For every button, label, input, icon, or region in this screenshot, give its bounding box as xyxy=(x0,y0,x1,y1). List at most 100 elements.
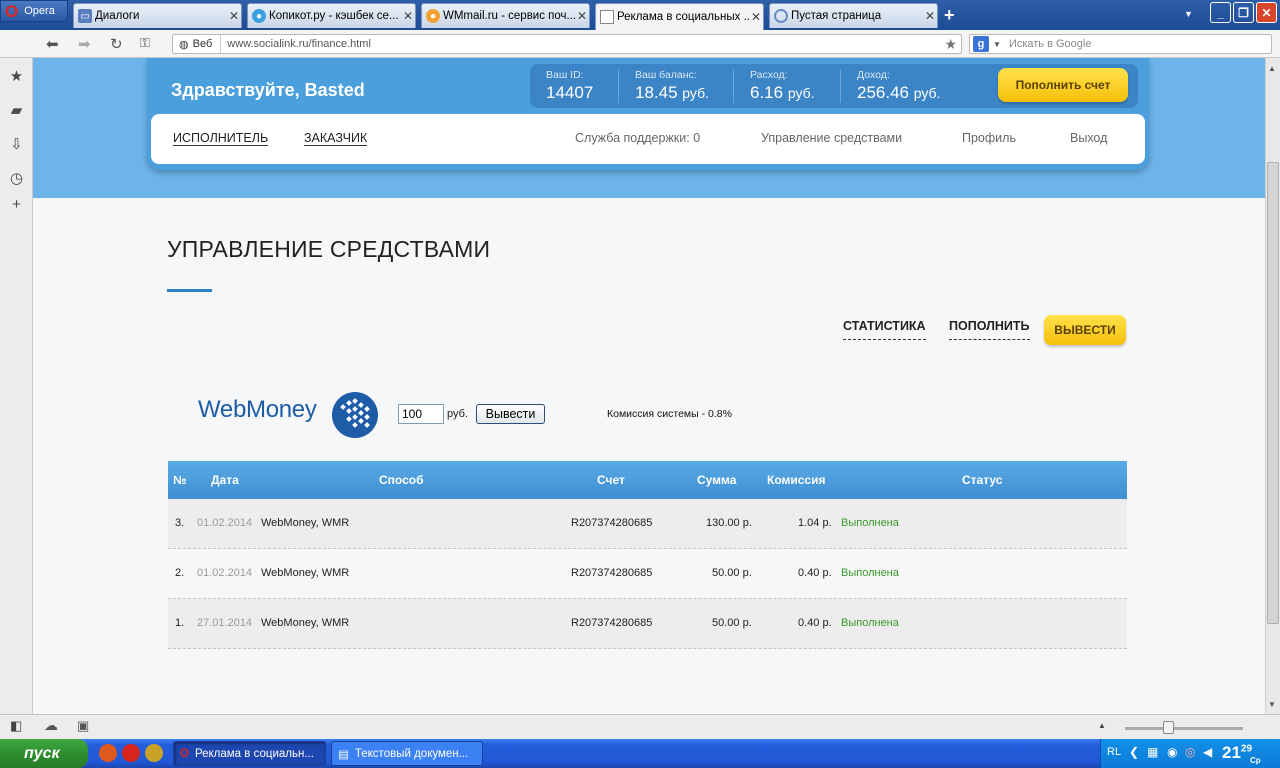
key-icon[interactable]: ⚿ xyxy=(140,35,150,51)
bookmark-star-icon[interactable]: ★ xyxy=(944,36,957,53)
cell-sum: 130.00 р. xyxy=(706,517,752,529)
subnav-topup[interactable]: ПОПОЛНИТЬ xyxy=(949,319,1030,340)
wow-icon[interactable] xyxy=(145,744,163,762)
cell-account: R207374280685 xyxy=(571,617,653,629)
chat-icon: ▭ xyxy=(78,9,92,23)
back-button[interactable]: ⬅ xyxy=(46,35,59,53)
close-icon[interactable]: ✕ xyxy=(401,9,415,23)
stat-unit: руб. xyxy=(682,85,709,101)
bookmarks-star-icon[interactable]: ★ xyxy=(8,67,25,85)
tab-list-chevron-icon[interactable]: ▼ xyxy=(1184,9,1193,19)
cell-date: 01.02.2014 xyxy=(197,567,253,579)
tab-label: Пустая страница xyxy=(791,10,882,22)
cell-date: 27.01.2014 xyxy=(197,617,253,629)
topup-account-button[interactable]: Пополнить счет xyxy=(998,68,1128,102)
globe-icon: ◍ xyxy=(179,38,189,51)
page-scrollbar[interactable]: ▲ ▼ xyxy=(1265,58,1280,714)
cell-account: R207374280685 xyxy=(571,567,653,579)
stat-value: 6.16 xyxy=(750,83,784,102)
cell-fee: 0.40 р. xyxy=(798,567,832,579)
notes-icon[interactable]: ▰ xyxy=(8,101,25,119)
add-panel-icon[interactable]: + xyxy=(8,196,25,213)
nav-funds[interactable]: Управление средствами xyxy=(761,131,902,145)
view-chevron-icon[interactable]: ▲ xyxy=(1098,721,1106,730)
cell-method: WebMoney, WMR xyxy=(261,517,350,529)
close-window-button[interactable]: ✕ xyxy=(1256,2,1277,23)
greeting-text: Здравствуйте, Basted xyxy=(171,80,365,100)
chevron-down-icon[interactable]: ▼ xyxy=(993,40,1001,49)
reload-button[interactable]: ↻ xyxy=(110,35,123,53)
browser-status-bar: ◧ ☁ ▣ ▲ xyxy=(0,714,1280,739)
table-row: 1. 27.01.2014 WebMoney, WMR R20737428068… xyxy=(168,599,1127,649)
opera-menu-label: Opera xyxy=(24,5,55,17)
zoom-slider-knob[interactable] xyxy=(1163,721,1174,734)
nav-customer[interactable]: ЗАКАЗЧИК xyxy=(304,131,368,146)
stat-label: Ваш ID: xyxy=(546,69,584,81)
opera-menu-button[interactable]: O Opera xyxy=(0,0,68,22)
forward-button[interactable]: ➡ xyxy=(78,35,91,53)
withdraw-submit-button[interactable]: Вывести xyxy=(476,404,545,424)
tab-dialogs[interactable]: ▭ Диалоги ✕ xyxy=(73,3,242,28)
withdraw-amount-input[interactable] xyxy=(398,404,444,424)
close-icon[interactable]: ✕ xyxy=(575,9,589,23)
tab-kopikot[interactable]: ● Копикот.ру - кэшбек се... ✕ xyxy=(247,3,416,28)
cell-method: WebMoney, WMR xyxy=(261,617,350,629)
security-icon[interactable]: ◉ xyxy=(1167,745,1177,759)
subnav-withdraw[interactable]: ВЫВЕСТИ xyxy=(1044,315,1126,345)
search-input[interactable]: g ▼ Искать в Google xyxy=(969,34,1272,54)
downloads-icon[interactable]: ⇩ xyxy=(8,135,25,153)
close-icon[interactable]: ✕ xyxy=(749,10,763,24)
subnav-statistics[interactable]: СТАТИСТИКА xyxy=(843,319,926,340)
nav-profile[interactable]: Профиль xyxy=(962,131,1016,145)
address-toolbar: ⬅ ➡ ↻ ⚿ ◍ Веб www.socialink.ru/finance.h… xyxy=(0,30,1280,58)
opera-icon[interactable] xyxy=(122,744,140,762)
address-field[interactable]: ◍ Веб www.socialink.ru/finance.html ★ xyxy=(172,34,962,54)
tab-label: Диалоги xyxy=(95,10,140,22)
network-icon[interactable]: ▦ xyxy=(1147,745,1158,759)
maximize-button[interactable]: ❐ xyxy=(1233,2,1254,23)
start-button[interactable]: пуск xyxy=(0,739,88,768)
page-title: УПРАВЛЕНИЕ СРЕДСТВАМИ xyxy=(167,236,491,262)
close-icon[interactable]: ✕ xyxy=(923,9,937,23)
tray-arrow-icon[interactable]: ❮ xyxy=(1129,745,1139,759)
col-status: Статус xyxy=(962,473,1003,487)
panel-toggle-icon[interactable]: ◧ xyxy=(10,718,22,734)
minimize-button[interactable]: _ xyxy=(1210,2,1231,23)
tab-socialink[interactable]: Реклама в социальных ... ✕ xyxy=(595,3,764,30)
cell-num: 1. xyxy=(175,617,185,629)
tab-label: Реклама в социальных ... xyxy=(617,11,749,23)
language-indicator[interactable]: RL xyxy=(1107,746,1121,758)
taskbar-item-browser[interactable]: O Реклама в социальн... xyxy=(173,741,326,766)
stat-id: Ваш ID: 14407 xyxy=(546,69,593,103)
taskbar-item-label: Реклама в социальн... xyxy=(194,747,314,760)
nav-performer[interactable]: ИСПОЛНИТЕЛЬ xyxy=(173,131,269,146)
tab-wmmail[interactable]: ● WMmail.ru - сервис поч... ✕ xyxy=(421,3,590,28)
volume-icon[interactable]: ◀ xyxy=(1203,745,1212,759)
windows-taskbar: пуск O Реклама в социальн... ▤ Текстовый… xyxy=(0,739,1280,768)
stat-value: 18.45 xyxy=(635,83,678,102)
scroll-down-icon[interactable]: ▼ xyxy=(1268,700,1276,709)
taskbar-item-notepad[interactable]: ▤ Текстовый докумен... xyxy=(331,741,483,766)
new-tab-button[interactable]: + xyxy=(944,5,955,26)
col-date: Дата xyxy=(211,473,239,487)
stat-income: Доход: 256.46 руб. xyxy=(840,69,940,103)
firefox-icon[interactable] xyxy=(99,744,117,762)
google-icon[interactable]: g xyxy=(973,36,989,52)
start-label: пуск xyxy=(24,744,60,762)
close-icon[interactable]: ✕ xyxy=(227,9,241,23)
zoom-slider-track[interactable] xyxy=(1125,727,1243,730)
taskbar-clock[interactable]: 2129 Ср xyxy=(1222,743,1261,765)
tab-blank[interactable]: Пустая страница ✕ xyxy=(769,3,938,28)
opera-tray-icon[interactable]: ◎ xyxy=(1185,745,1195,759)
stat-label: Расход: xyxy=(750,69,788,81)
web-scheme: ◍ Веб xyxy=(173,35,222,53)
scroll-thumb[interactable] xyxy=(1267,162,1279,624)
scroll-up-icon[interactable]: ▲ xyxy=(1268,64,1276,73)
nav-logout[interactable]: Выход xyxy=(1070,131,1107,145)
tab-label: WMmail.ru - сервис поч... xyxy=(443,10,575,22)
nav-support[interactable]: Служба поддержки: 0 xyxy=(575,131,700,145)
cloud-icon[interactable]: ☁ xyxy=(44,717,58,734)
stat-label: Доход: xyxy=(857,69,890,81)
unite-icon[interactable]: ▣ xyxy=(77,718,89,734)
history-clock-icon[interactable]: ◷ xyxy=(8,169,25,187)
